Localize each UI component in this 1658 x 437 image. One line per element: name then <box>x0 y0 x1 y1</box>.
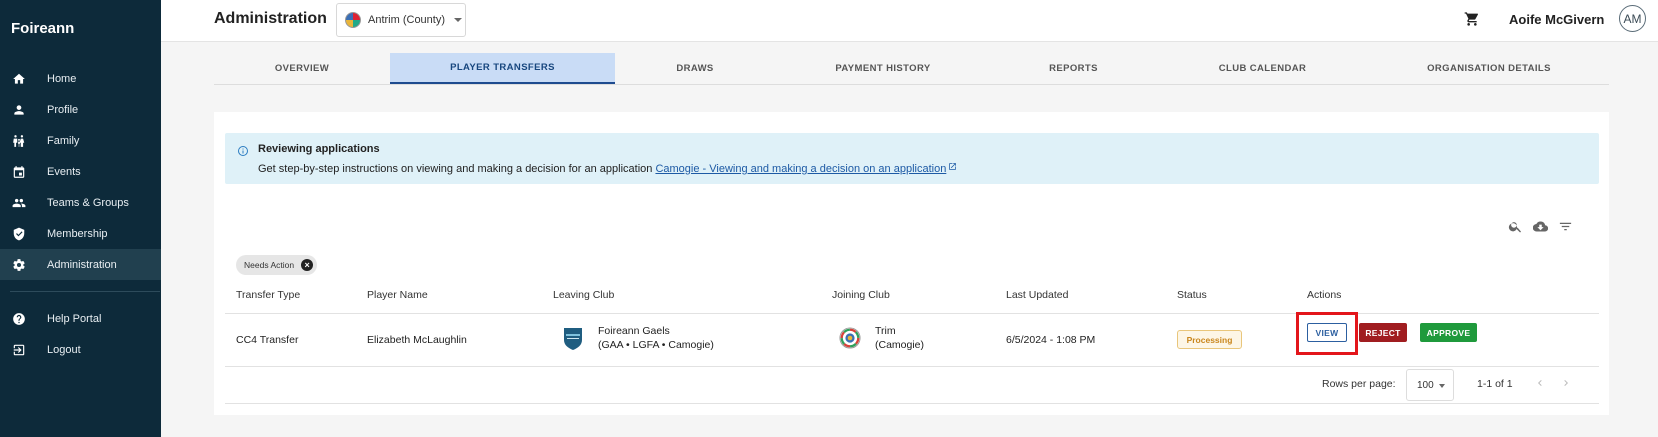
organisation-select[interactable]: Antrim (County) <box>336 3 466 37</box>
view-button[interactable]: VIEW <box>1307 323 1347 342</box>
sidebar-item-events[interactable]: Events <box>0 156 161 187</box>
page-title: Administration <box>214 10 327 27</box>
sidebar-item-membership[interactable]: Membership <box>0 218 161 249</box>
status-badge: Processing <box>1177 330 1242 349</box>
sidebar-item-label: Home <box>47 72 77 85</box>
info-text: Get step-by-step instructions on viewing… <box>258 162 957 175</box>
sidebar-item-profile[interactable]: Profile <box>0 94 161 125</box>
chevron-down-icon <box>454 18 463 22</box>
chevron-down-icon <box>1439 384 1445 388</box>
club-crest-icon <box>839 327 861 349</box>
player-name-cell: Elizabeth McLaughlin <box>367 334 467 346</box>
logout-icon <box>12 343 26 357</box>
person-icon <box>12 103 26 117</box>
cloud-download-icon[interactable] <box>1532 219 1549 234</box>
tab-draws[interactable]: DRAWS <box>615 53 775 84</box>
column-header-last-updated[interactable]: Last Updated <box>1006 289 1068 301</box>
tab-bar: OVERVIEW PLAYER TRANSFERS DRAWS PAYMENT … <box>214 53 1609 85</box>
sidebar-item-label: Family <box>47 134 80 147</box>
avatar[interactable]: AM <box>1619 5 1646 32</box>
column-header-transfer-type[interactable]: Transfer Type <box>236 289 300 301</box>
info-banner: Reviewing applications Get step-by-step … <box>225 133 1599 184</box>
help-icon <box>12 312 26 326</box>
filter-icon[interactable] <box>1558 219 1573 234</box>
column-header-leaving-club[interactable]: Leaving Club <box>553 289 614 301</box>
brand-logo[interactable]: Foireann <box>11 20 74 37</box>
home-icon <box>12 72 26 86</box>
column-header-actions: Actions <box>1307 289 1342 301</box>
next-page-button[interactable] <box>1558 375 1574 391</box>
tab-overview[interactable]: OVERVIEW <box>214 53 390 84</box>
info-title: Reviewing applications <box>258 143 380 155</box>
sidebar-item-teams-groups[interactable]: Teams & Groups <box>0 187 161 218</box>
transfer-type-cell: CC4 Transfer <box>236 334 299 346</box>
column-header-player-name[interactable]: Player Name <box>367 289 428 301</box>
sidebar-item-administration[interactable]: Administration <box>0 249 161 280</box>
table-divider <box>225 313 1599 314</box>
tab-reports[interactable]: REPORTS <box>991 53 1156 84</box>
joining-club-name: Trim <box>875 325 896 337</box>
previous-page-button[interactable] <box>1532 375 1548 391</box>
filter-chip-needs-action[interactable]: Needs Action × <box>236 255 318 275</box>
approve-button[interactable]: APPROVE <box>1420 323 1477 342</box>
tab-payment-history[interactable]: PAYMENT HISTORY <box>775 53 991 84</box>
column-header-status[interactable]: Status <box>1177 289 1207 301</box>
sidebar-item-label: Logout <box>47 343 81 356</box>
sidebar-item-label: Events <box>47 165 81 178</box>
column-header-joining-club[interactable]: Joining Club <box>832 289 890 301</box>
organisation-select-value: Antrim (County) <box>368 14 446 26</box>
leaving-club-codes: (GAA • LGFA • Camogie) <box>598 339 714 351</box>
chevron-right-icon <box>1564 380 1568 386</box>
sidebar-divider <box>10 291 160 292</box>
search-icon[interactable] <box>1508 219 1523 234</box>
leaving-club-name: Foireann Gaels <box>598 325 670 337</box>
reject-button[interactable]: REJECT <box>1359 323 1407 342</box>
rows-per-page-value: 100 <box>1417 379 1434 391</box>
sidebar: Foireann Home Profile Family Events Team… <box>0 0 161 437</box>
calendar-icon <box>12 165 26 179</box>
sidebar-item-label: Administration <box>47 258 117 271</box>
leaving-club-cell: Foireann Gaels (GAA • LGFA • Camogie) <box>562 324 714 352</box>
sidebar-item-label: Profile <box>47 103 79 116</box>
user-name[interactable]: Aoife McGivern <box>1509 12 1604 27</box>
table-footer-divider <box>225 403 1599 404</box>
pagination-range: 1-1 of 1 <box>1477 378 1513 390</box>
sidebar-item-logout[interactable]: Logout <box>0 334 161 365</box>
family-icon <box>12 134 26 148</box>
sidebar-item-family[interactable]: Family <box>0 125 161 156</box>
county-crest-icon <box>345 12 361 28</box>
shield-icon <box>12 227 26 241</box>
top-bar: Administration Antrim (County) Aoife McG… <box>161 0 1658 42</box>
sidebar-item-home[interactable]: Home <box>0 63 161 94</box>
external-link-icon <box>948 162 957 171</box>
gear-icon <box>12 258 26 272</box>
info-icon <box>237 144 249 156</box>
rows-per-page-label: Rows per page: <box>1322 378 1396 390</box>
sidebar-item-help-portal[interactable]: Help Portal <box>0 303 161 334</box>
cart-icon[interactable] <box>1464 11 1480 27</box>
sidebar-item-label: Membership <box>47 227 108 240</box>
joining-club-codes: (Camogie) <box>875 339 925 351</box>
info-description: Get step-by-step instructions on viewing… <box>258 163 656 175</box>
table-divider <box>225 366 1599 367</box>
close-icon[interactable]: × <box>301 259 314 271</box>
last-updated-cell: 6/5/2024 - 1:08 PM <box>1006 334 1096 346</box>
transfers-card: Reviewing applications Get step-by-step … <box>214 112 1609 415</box>
tab-club-calendar[interactable]: CLUB CALENDAR <box>1156 53 1369 84</box>
filter-chip-label: Needs Action <box>244 260 295 270</box>
chevron-left-icon <box>1538 380 1542 386</box>
joining-club-cell: Trim (Camogie) <box>839 324 924 352</box>
sidebar-item-label: Help Portal <box>47 312 102 325</box>
group-icon <box>12 196 26 210</box>
club-crest-icon <box>564 328 582 350</box>
sidebar-item-label: Teams & Groups <box>47 196 129 209</box>
help-article-link[interactable]: Camogie - Viewing and making a decision … <box>655 163 946 175</box>
tab-player-transfers[interactable]: PLAYER TRANSFERS <box>390 53 615 84</box>
rows-per-page-select[interactable]: 100 <box>1406 369 1454 401</box>
tab-organisation-details[interactable]: ORGANISATION DETAILS <box>1369 53 1609 84</box>
